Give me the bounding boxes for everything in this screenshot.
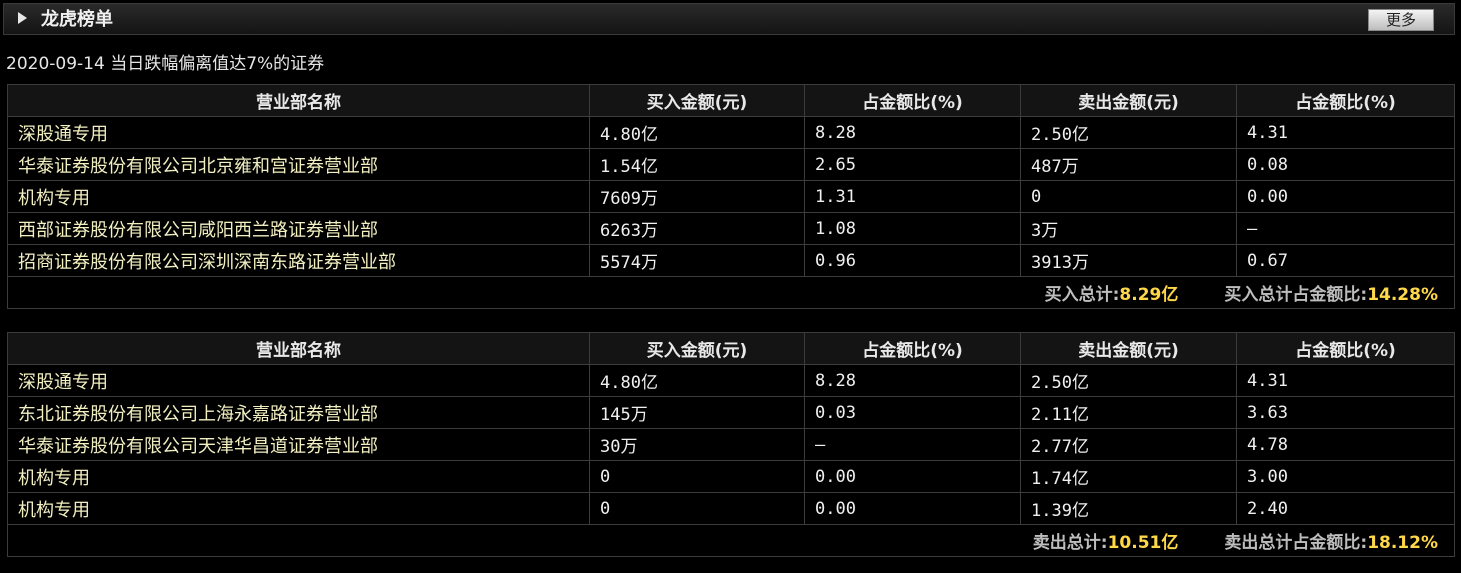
sell-table-body: 营业部名称 买入金额(元) 占金额比(%) 卖出金额(元) 占金额比(%) 深股通专用 4.… xyxy=(7,332,1455,557)
branch-name[interactable]: 机构专用 xyxy=(7,460,590,493)
branch-name[interactable]: 招商证券股份有限公司深圳深南东路证券营业部 xyxy=(7,244,590,277)
sell-amount: 1.74亿 xyxy=(1020,460,1237,493)
branch-name[interactable]: 机构专用 xyxy=(7,492,590,525)
branch-name[interactable]: 华泰证券股份有限公司北京雍和宫证券营业部 xyxy=(7,148,590,181)
sell-percent: 4.31 xyxy=(1236,116,1455,149)
panel-title: 龙虎榜单 xyxy=(41,9,113,30)
buy-percent: 2.65 xyxy=(804,148,1021,181)
buy-amount: 30万 xyxy=(589,428,805,461)
table-row: 深股通专用 4.80亿 8.28 2.50亿 4.31 xyxy=(7,116,1455,149)
buy-amount: 7609万 xyxy=(589,180,805,213)
sell-amount: 2.77亿 xyxy=(1020,428,1237,461)
table-header-row: 营业部名称 买入金额(元) 占金额比(%) 卖出金额(元) 占金额比(%) xyxy=(7,332,1455,365)
table-row: 东北证券股份有限公司上海永嘉路证券营业部 145万 0.03 2.11亿 3.63 xyxy=(7,396,1455,429)
branch-name[interactable]: 深股通专用 xyxy=(7,364,590,397)
buy-amount: 5574万 xyxy=(589,244,805,277)
column-header: 占金额比(%) xyxy=(804,332,1021,365)
section-subtitle: 2020-09-14 当日跌幅偏离值达7%的证券 xyxy=(6,54,325,74)
total-label: 卖出总计: xyxy=(1032,533,1108,553)
branch-name[interactable]: 东北证券股份有限公司上海永嘉路证券营业部 xyxy=(7,396,590,429)
sell-percent: 4.31 xyxy=(1236,364,1455,397)
buy-percent: 8.28 xyxy=(804,364,1021,397)
sell-amount: 2.11亿 xyxy=(1020,396,1237,429)
sell-percent: 0.00 xyxy=(1236,180,1455,213)
sell-percent: 0.67 xyxy=(1236,244,1455,277)
table-row: 招商证券股份有限公司深圳深南东路证券营业部 5574万 0.96 3913万 0.67 xyxy=(7,244,1455,277)
buy-amount: 6263万 xyxy=(589,212,805,245)
more-button[interactable]: 更多 xyxy=(1368,9,1434,31)
table-row: 华泰证券股份有限公司天津华昌道证券营业部 30万 —2.77亿 4.78 xyxy=(7,428,1455,461)
buy-percent: 1.08 xyxy=(804,212,1021,245)
branch-name[interactable]: 西部证券股份有限公司咸阳西兰路证券营业部 xyxy=(7,212,590,245)
collapse-arrow-icon[interactable] xyxy=(18,12,27,24)
buy-amount: 4.80亿 xyxy=(589,116,805,149)
buy-table-body: 营业部名称 买入金额(元) 占金额比(%) 卖出金额(元) 占金额比(%) 深股通专用 4.… xyxy=(7,84,1455,309)
buy-amount: 1.54亿 xyxy=(589,148,805,181)
sell-amount: 1.39亿 xyxy=(1020,492,1237,525)
column-header: 占金额比(%) xyxy=(804,84,1021,117)
table-header-row: 营业部名称 买入金额(元) 占金额比(%) 卖出金额(元) 占金额比(%) xyxy=(7,84,1455,117)
table-row: 机构专用 0 0.00 1.74亿 3.00 xyxy=(7,460,1455,493)
column-header: 买入金额(元) xyxy=(589,332,805,365)
sell-amount: 487万 xyxy=(1020,148,1237,181)
branch-name[interactable]: 机构专用 xyxy=(7,180,590,213)
table-row: 机构专用 0 0.00 1.39亿 2.40 xyxy=(7,492,1455,525)
buy-percent: 8.28 xyxy=(804,116,1021,149)
dragon-tiger-panel: 龙虎榜单 更多 2020-09-14 当日跌幅偏离值达7%的证券 营业部名称 买入… xyxy=(0,0,1461,573)
total-cell: 卖出总计:10.51亿 卖出总计占金额比:18.12% xyxy=(7,524,1455,557)
buy-top5-table: 营业部名称 买入金额(元) 占金额比(%) 卖出金额(元) 占金额比(%) 深股通专用 4.… xyxy=(7,84,1455,309)
total-value: 10.51亿 xyxy=(1107,533,1179,553)
sell-amount: 3万 xyxy=(1020,212,1237,245)
sell-amount: 2.50亿 xyxy=(1020,364,1237,397)
panel-header: 龙虎榜单 更多 xyxy=(3,3,1455,35)
column-header: 营业部名称 xyxy=(7,84,590,117)
branch-name[interactable]: 深股通专用 xyxy=(7,116,590,149)
buy-percent: 0.96 xyxy=(804,244,1021,277)
total-row: 卖出总计:10.51亿 卖出总计占金额比:18.12% xyxy=(7,524,1455,557)
total-pct-label: 买入总计占金额比: xyxy=(1224,285,1368,305)
sell-percent: 0.08 xyxy=(1236,148,1455,181)
total-value: 8.29亿 xyxy=(1119,285,1179,305)
sell-percent: — xyxy=(1236,212,1455,245)
total-pct-value: 14.28% xyxy=(1367,285,1438,305)
table-row: 深股通专用 4.80亿 8.28 2.50亿 4.31 xyxy=(7,364,1455,397)
table-row: 华泰证券股份有限公司北京雍和宫证券营业部 1.54亿 2.65 487万 0.08 xyxy=(7,148,1455,181)
sell-top5-table: 营业部名称 买入金额(元) 占金额比(%) 卖出金额(元) 占金额比(%) 深股通专用 4.… xyxy=(7,332,1455,557)
branch-name[interactable]: 华泰证券股份有限公司天津华昌道证券营业部 xyxy=(7,428,590,461)
buy-percent: — xyxy=(804,428,1021,461)
column-header: 占金额比(%) xyxy=(1236,332,1455,365)
sell-amount: 0 xyxy=(1020,180,1237,213)
buy-amount: 4.80亿 xyxy=(589,364,805,397)
buy-percent: 0.00 xyxy=(804,492,1021,525)
buy-amount: 0 xyxy=(589,460,805,493)
column-header: 占金额比(%) xyxy=(1236,84,1455,117)
total-row: 买入总计:8.29亿 买入总计占金额比:14.28% xyxy=(7,276,1455,309)
total-pct-value: 18.12% xyxy=(1367,533,1438,553)
column-header: 卖出金额(元) xyxy=(1020,332,1237,365)
sell-amount: 3913万 xyxy=(1020,244,1237,277)
total-pct-label: 卖出总计占金额比: xyxy=(1224,533,1368,553)
sell-amount: 2.50亿 xyxy=(1020,116,1237,149)
sell-percent: 3.63 xyxy=(1236,396,1455,429)
sell-percent: 4.78 xyxy=(1236,428,1455,461)
sell-percent: 3.00 xyxy=(1236,460,1455,493)
total-label: 买入总计: xyxy=(1044,285,1120,305)
buy-percent: 0.00 xyxy=(804,460,1021,493)
column-header: 营业部名称 xyxy=(7,332,590,365)
table-row: 机构专用 7609万 1.31 0 0.00 xyxy=(7,180,1455,213)
column-header: 卖出金额(元) xyxy=(1020,84,1237,117)
buy-amount: 145万 xyxy=(589,396,805,429)
buy-percent: 1.31 xyxy=(804,180,1021,213)
buy-percent: 0.03 xyxy=(804,396,1021,429)
total-cell: 买入总计:8.29亿 买入总计占金额比:14.28% xyxy=(7,276,1455,309)
buy-amount: 0 xyxy=(589,492,805,525)
column-header: 买入金额(元) xyxy=(589,84,805,117)
table-row: 西部证券股份有限公司咸阳西兰路证券营业部 6263万 1.08 3万 — xyxy=(7,212,1455,245)
sell-percent: 2.40 xyxy=(1236,492,1455,525)
